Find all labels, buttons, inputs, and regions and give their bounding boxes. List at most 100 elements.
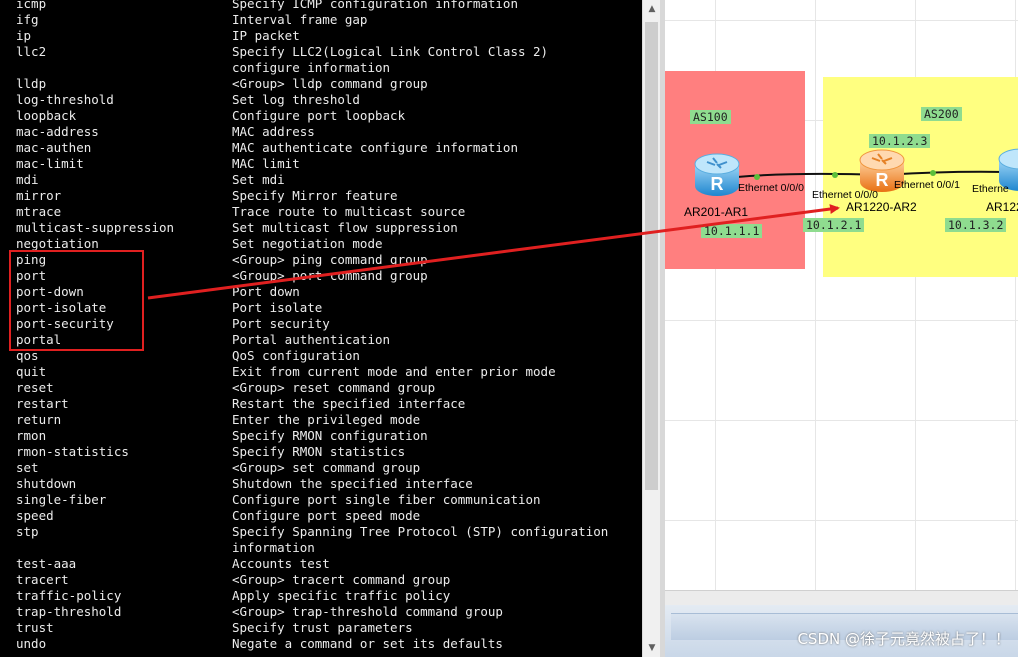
command-description: <Group> set command group [232,460,421,475]
command-description: MAC address [232,124,315,139]
command-description: Specify Mirror feature [232,188,398,203]
command-description: Set mdi [232,172,285,187]
command-name: rmon-statistics [16,444,129,459]
command-description: Shutdown the specified interface [232,476,473,491]
command-description: IP packet [232,28,300,43]
command-description: MAC authenticate configure information [232,140,518,155]
command-name: shutdown [16,476,77,491]
command-description: information [232,540,315,555]
command-name: llc2 [16,44,47,59]
command-name: speed [16,508,54,523]
command-description: Set negotiation mode [232,236,383,251]
csdn-watermark: CSDN @徐子元竟然被占了！！ [797,630,1010,648]
terminal-window[interactable]: icmp Specify ICMP configuration informati… [0,0,642,657]
command-description: Restart the specified interface [232,396,466,411]
command-description: Negate a command or set its defaults [232,636,503,651]
svg-text:R: R [711,174,724,194]
command-description: Enter the privileged mode [232,412,421,427]
command-name: lldp [16,76,47,91]
command-description: MAC limit [232,156,300,171]
command-description: <Group> trap-threshold command group [232,604,503,619]
command-name: port-security [16,316,114,331]
ip-label-ar2-bottom: 10.1.2.1 [803,218,865,232]
command-name: mac-address [16,124,99,139]
port-dot[interactable] [754,174,760,180]
command-description: Specify Spanning Tree Protocol (STP) con… [232,524,609,539]
command-name: port [16,268,47,283]
command-description: Interval frame gap [232,12,368,27]
command-name: negotiation [16,236,99,251]
ar1-port-label: Ethernet 0/0/0 [738,182,804,194]
command-name: mac-limit [16,156,84,171]
command-description: Specify RMON configuration [232,428,428,443]
command-name: ifg [16,12,39,27]
terminal-vertical-scrollbar[interactable]: ▲ ▼ [642,0,661,657]
ip-label-ar3: 10.1.3.2 [945,218,1007,232]
topology-canvas[interactable]: AS100 AS200 R R Ethernet 0/0/0 Ethernet … [665,0,1018,590]
command-name: rmon [16,428,47,443]
command-name: single-fiber [16,492,107,507]
command-name: traffic-policy [16,588,122,603]
command-name: return [16,412,62,427]
command-name: quit [16,364,47,379]
command-name: mirror [16,188,62,203]
command-description: Port security [232,316,330,331]
command-name: ping [16,252,47,267]
command-description: <Group> ping command group [232,252,428,267]
command-description: <Group> lldp command group [232,76,428,91]
command-description: Portal authentication [232,332,391,347]
command-description: Specify RMON statistics [232,444,406,459]
command-description: <Group> port command group [232,268,428,283]
command-name: reset [16,380,54,395]
command-description: configure information [232,60,391,75]
command-name: port-down [16,284,84,299]
scrollbar-thumb[interactable] [645,22,658,490]
command-name: mdi [16,172,39,187]
ar1-name-label[interactable]: AR201-AR1 [684,205,748,219]
canvas-horizontal-scrollbar[interactable] [665,590,1018,605]
command-name: qos [16,348,39,363]
command-name: trap-threshold [16,604,122,619]
command-description: Configure port speed mode [232,508,421,523]
command-name: mac-authen [16,140,92,155]
scroll-up-arrow-icon[interactable]: ▲ [646,3,658,15]
command-description: <Group> tracert command group [232,572,451,587]
command-name: stp [16,524,39,539]
command-description: Exit from current mode and enter prior m… [232,364,556,379]
command-description: Configure port loopback [232,108,406,123]
command-name: mtrace [16,204,62,219]
command-description: QoS configuration [232,348,360,363]
command-description: <Group> reset command group [232,380,436,395]
command-name: multicast-suppression [16,220,175,235]
command-name: log-threshold [16,92,114,107]
command-description: Specify LLC2(Logical Link Control Class … [232,44,549,59]
command-description: Accounts test [232,556,330,571]
command-description: Specify trust parameters [232,620,413,635]
ar2-name-label[interactable]: AR1220-AR2 [846,200,917,214]
command-name: test-aaa [16,556,77,571]
command-description: Apply specific traffic policy [232,588,451,603]
command-description: Port isolate [232,300,323,315]
port-dot[interactable] [930,170,936,176]
command-name: set [16,460,39,475]
command-description: Specify ICMP configuration information [232,0,518,11]
command-description: Trace route to multicast source [232,204,466,219]
command-description: Port down [232,284,300,299]
ar3-name-label[interactable]: AR122 [986,200,1018,214]
command-description: Configure port single fiber communicatio… [232,492,541,507]
command-description: Set multicast flow suppression [232,220,458,235]
command-name: portal [16,332,62,347]
scroll-down-arrow-icon[interactable]: ▼ [646,642,658,654]
ip-label-ar1: 10.1.1.1 [701,224,763,238]
svg-text:R: R [876,170,889,190]
command-name: loopback [16,108,77,123]
ip-label-ar2-top: 10.1.2.3 [869,134,931,148]
command-name: undo [16,636,47,651]
command-name: tracert [16,572,69,587]
router-ar1-icon[interactable]: R [693,152,741,198]
command-name: trust [16,620,54,635]
port-dot[interactable] [832,172,838,178]
ar3-port-label: Etherne [972,183,1009,195]
command-name: ip [16,28,32,43]
command-name: port-isolate [16,300,107,315]
